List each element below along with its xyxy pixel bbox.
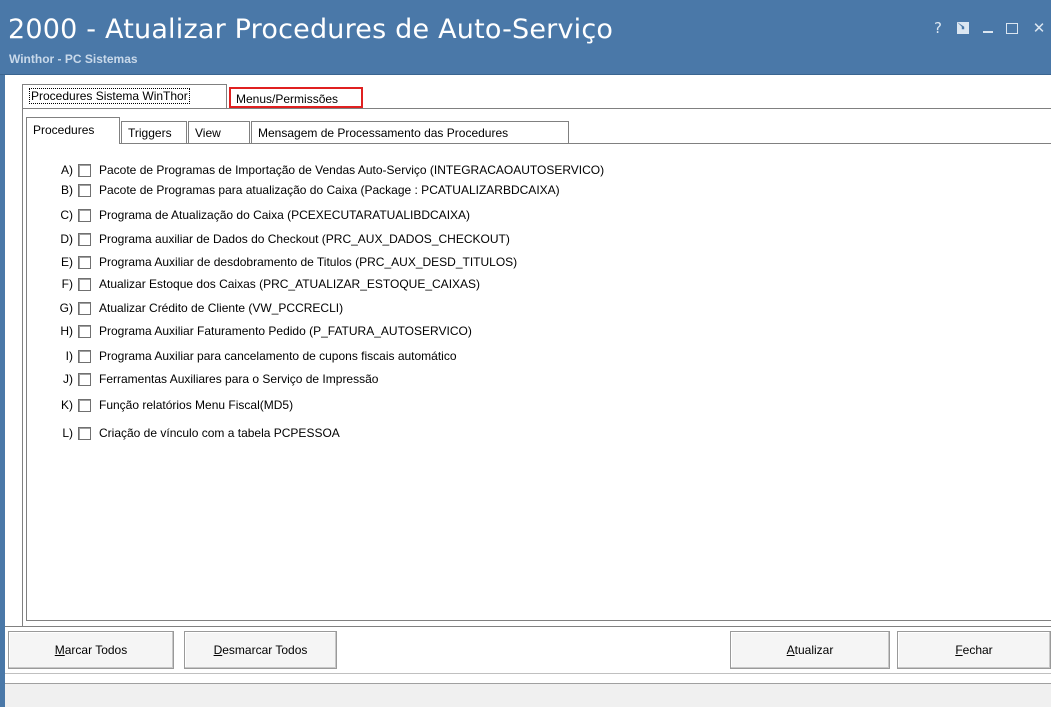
maximize-icon[interactable] xyxy=(1006,22,1018,34)
item-label: Programa Auxiliar Faturamento Pedido (P_… xyxy=(99,324,472,338)
list-item: G) Atualizar Crédito de Cliente (VW_PCCR… xyxy=(48,300,343,316)
list-item: F) Atualizar Estoque dos Caixas (PRC_ATU… xyxy=(48,276,480,292)
button-mnemonic: M xyxy=(54,643,65,657)
item-label: Pacote de Programas de Importação de Ven… xyxy=(99,163,605,177)
item-letter: I) xyxy=(65,349,73,363)
item-label: Atualizar Estoque dos Caixas (PRC_ATUALI… xyxy=(99,277,481,291)
list-item: E) Programa Auxiliar de desdobramento de… xyxy=(48,254,517,270)
list-item: I) Programa Auxiliar para cancelamento d… xyxy=(48,348,457,364)
window-controls: ? ✕ xyxy=(923,16,1051,40)
tab-menus-permissoes[interactable]: Menus/Permissões xyxy=(229,87,363,108)
item-label: Função relatórios Menu Fiscal(MD5) xyxy=(99,398,294,412)
button-mnemonic: F xyxy=(955,643,963,657)
procedure-checkbox[interactable] xyxy=(78,426,91,440)
button-label: arcar Todos xyxy=(64,643,128,657)
item-letter: A) xyxy=(61,163,73,177)
procedure-checkbox[interactable] xyxy=(78,349,91,363)
tab-label: Mensagem de Processamento das Procedures xyxy=(258,126,509,140)
item-letter: E) xyxy=(61,255,73,269)
bottom-divider xyxy=(5,626,1051,627)
item-label: Ferramentas Auxiliares para o Serviço de… xyxy=(99,372,379,386)
button-label: tualizar xyxy=(794,643,834,657)
tab-label: Triggers xyxy=(128,126,172,140)
help-icon[interactable]: ? xyxy=(926,19,950,37)
procedure-checkbox[interactable] xyxy=(78,255,91,269)
procedure-checkbox[interactable] xyxy=(78,277,91,291)
item-label: Pacote de Programas para atualização do … xyxy=(99,183,560,197)
procedure-checkbox[interactable] xyxy=(78,324,91,338)
item-letter: G) xyxy=(59,301,73,315)
procedure-checkbox[interactable] xyxy=(78,183,91,197)
item-letter: H) xyxy=(60,324,73,338)
procedure-checkbox[interactable] xyxy=(78,163,91,177)
tab-mensagem-processamento[interactable]: Mensagem de Processamento das Procedures xyxy=(251,121,569,143)
procedure-checkbox[interactable] xyxy=(78,398,91,412)
title-bar: 2000 - Atualizar Procedures de Auto-Serv… xyxy=(0,0,1051,75)
tab-triggers[interactable]: Triggers xyxy=(121,121,187,143)
restore-icon[interactable] xyxy=(957,22,969,34)
close-icon[interactable]: ✕ xyxy=(1027,19,1051,37)
item-label: Programa de Atualização do Caixa (PCEXEC… xyxy=(99,208,471,222)
item-label: Programa Auxiliar de desdobramento de Ti… xyxy=(99,255,518,269)
button-mnemonic: A xyxy=(786,643,795,657)
procedure-checkbox[interactable] xyxy=(78,301,91,315)
item-label: Programa Auxiliar para cancelamento de c… xyxy=(99,349,457,363)
tab-procedures-sistema-winthor[interactable]: Procedures Sistema WinThor xyxy=(22,84,227,108)
list-item: J) Ferramentas Auxiliares para o Serviço… xyxy=(48,371,378,387)
marcar-todos-button[interactable]: Marcar Todos xyxy=(8,631,174,669)
list-item: H) Programa Auxiliar Faturamento Pedido … xyxy=(48,323,472,339)
list-item: L) Criação de vínculo com a tabela PCPES… xyxy=(48,425,340,441)
window-subtitle: Winthor - PC Sistemas xyxy=(9,52,138,66)
item-letter: C) xyxy=(60,208,73,222)
window-left-edge xyxy=(0,75,5,707)
item-letter: D) xyxy=(60,232,73,246)
button-label: esmarcar Todos xyxy=(222,643,308,657)
minimize-icon[interactable] xyxy=(983,31,993,33)
tab-label: View xyxy=(195,126,221,140)
item-letter: L) xyxy=(62,426,73,440)
window-title: 2000 - Atualizar Procedures de Auto-Serv… xyxy=(8,14,614,45)
item-label: Atualizar Crédito de Cliente (VW_PCCRECL… xyxy=(99,301,344,315)
tab-label: Procedures xyxy=(33,123,95,137)
status-divider xyxy=(5,673,1051,674)
list-item: A) Pacote de Programas de Importação de … xyxy=(48,162,604,178)
list-item: D) Programa auxiliar de Dados do Checkou… xyxy=(48,231,510,247)
procedure-checkbox[interactable] xyxy=(78,208,91,222)
tab-view[interactable]: View xyxy=(188,121,250,143)
item-label: Criação de vínculo com a tabela PCPESSOA xyxy=(99,426,340,440)
tab-procedures[interactable]: Procedures xyxy=(26,117,120,144)
item-letter: K) xyxy=(61,398,73,412)
item-label: Programa auxiliar de Dados do Checkout (… xyxy=(99,232,510,246)
button-label: echar xyxy=(962,643,993,657)
procedure-checkbox[interactable] xyxy=(78,232,91,246)
button-mnemonic: D xyxy=(213,643,223,657)
desmarcar-todos-button[interactable]: Desmarcar Todos xyxy=(184,631,337,669)
item-letter: B) xyxy=(61,183,73,197)
procedure-checkbox[interactable] xyxy=(78,372,91,386)
tab-label: Menus/Permissões xyxy=(236,92,339,106)
fechar-button[interactable]: Fechar xyxy=(897,631,1051,669)
tab-label: Procedures Sistema WinThor xyxy=(29,88,190,104)
list-item: B) Pacote de Programas para atualização … xyxy=(48,182,560,198)
list-item: K) Função relatórios Menu Fiscal(MD5) xyxy=(48,397,293,413)
status-bar xyxy=(5,683,1051,707)
item-letter: F) xyxy=(61,277,73,291)
atualizar-button[interactable]: Atualizar xyxy=(730,631,890,669)
item-letter: J) xyxy=(63,372,73,386)
list-item: C) Programa de Atualização do Caixa (PCE… xyxy=(48,207,470,223)
